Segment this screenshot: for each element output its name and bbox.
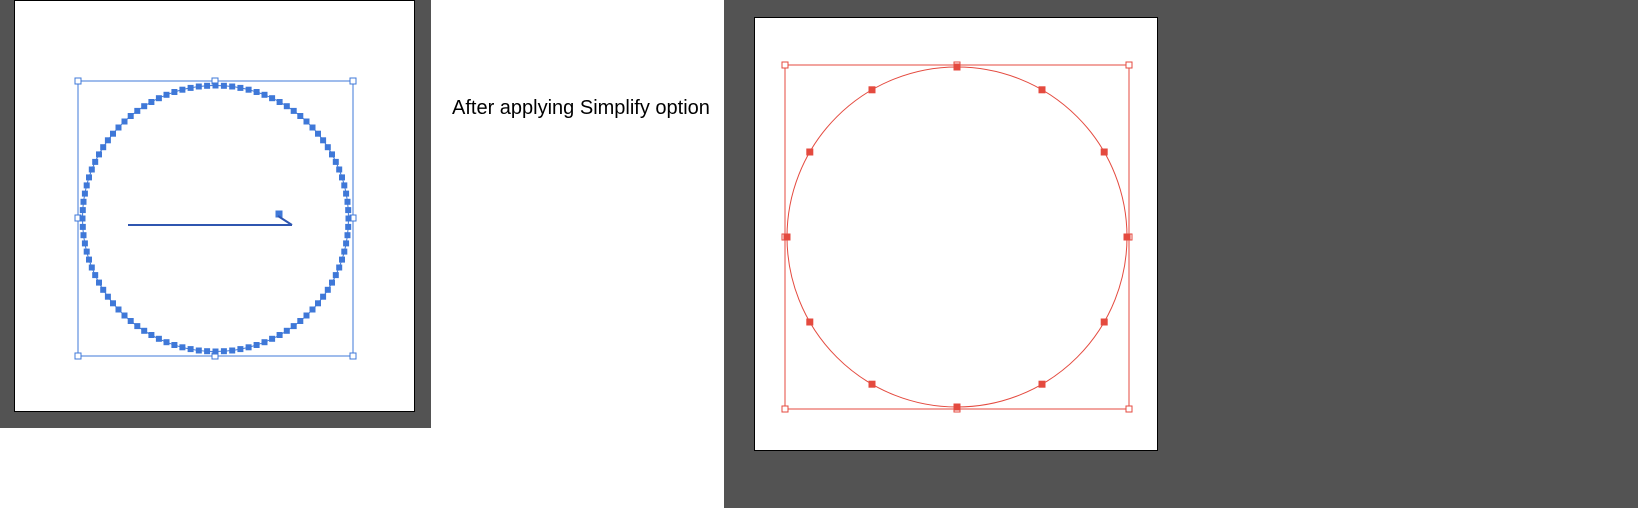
right-workspace: Simplify Simplify Path Curve Precision: …	[724, 0, 1638, 508]
dense-circle-path[interactable]	[83, 86, 349, 352]
dense-anchor-points	[80, 83, 351, 354]
right-artwork-svg	[755, 18, 1157, 450]
left-artwork-svg	[15, 1, 414, 411]
right-artboard[interactable]	[754, 17, 1158, 451]
left-artboard[interactable]	[14, 0, 415, 412]
simplified-circle-path[interactable]	[787, 67, 1127, 407]
root: { "caption": "After applying Simplify op…	[0, 0, 1638, 508]
sparse-anchor-points	[784, 64, 1130, 410]
selection-bbox	[78, 81, 353, 356]
line-direction-handle	[278, 216, 292, 225]
bbox-handles	[75, 78, 356, 359]
caption-text: After applying Simplify option	[452, 95, 712, 122]
bbox-handles	[782, 62, 1132, 412]
left-workspace	[0, 0, 431, 428]
